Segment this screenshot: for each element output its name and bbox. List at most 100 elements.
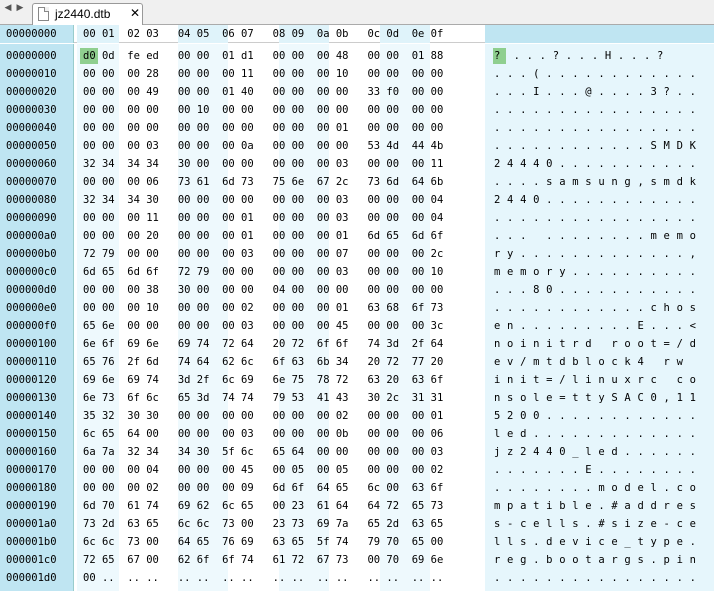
row-ascii[interactable]: . . . . . . . . . . . . . . . . (494, 119, 696, 137)
row-hex-bytes[interactable]: 00 00 00 49 00 00 01 40 00 00 00 00 33 f… (83, 83, 443, 101)
close-icon[interactable]: ✕ (130, 6, 140, 20)
row-ascii[interactable]: . . . . . . . . . . . m e m o (494, 227, 696, 245)
hex-row[interactable]: 00000050 00 00 00 03 00 00 00 0a 00 00 00… (0, 137, 714, 155)
hex-row[interactable]: 00000150 6c 65 64 00 00 00 00 03 00 00 00… (0, 425, 714, 443)
hex-row[interactable]: 00000060 32 34 34 34 30 00 00 00 00 00 00… (0, 155, 714, 173)
row-hex-bytes[interactable]: 6d 70 61 74 69 62 6c 65 00 23 61 64 64 7… (83, 497, 443, 515)
row-hex-bytes[interactable]: 65 76 2f 6d 74 64 62 6c 6f 63 6b 34 20 7… (83, 353, 443, 371)
row-ascii[interactable]: . . . . . . . . . . . . c h o s (494, 299, 696, 317)
file-tab[interactable]: jz2440.dtb ✕ (32, 3, 143, 25)
hex-row[interactable]: 000000f0 65 6e 00 00 00 00 00 03 00 00 00… (0, 317, 714, 335)
row-hex-bytes[interactable]: 6d 65 6d 6f 72 79 00 00 00 00 00 03 00 0… (83, 263, 443, 281)
row-hex-bytes[interactable]: 00 00 00 04 00 00 00 45 00 05 00 05 00 0… (83, 461, 443, 479)
row-ascii[interactable]: n o i n i t r d r o o t = / d (494, 335, 696, 353)
forward-arrow-icon[interactable]: ▶ (14, 3, 26, 13)
hex-row[interactable]: 000001c0 72 65 67 00 62 6f 6f 74 61 72 67… (0, 551, 714, 569)
row-ascii[interactable]: j z 2 4 4 0 _ l e d . . . . . . (494, 443, 696, 461)
hex-row[interactable]: 00000170 00 00 00 04 00 00 00 45 00 05 00… (0, 461, 714, 479)
hex-row[interactable]: 00000090 00 00 00 11 00 00 00 01 00 00 00… (0, 209, 714, 227)
row-hex-bytes[interactable]: 72 79 00 00 00 00 00 03 00 00 00 07 00 0… (83, 245, 443, 263)
row-ascii[interactable]: . . . . . . . . . . . . S M D K (494, 137, 696, 155)
row-ascii[interactable]: . . . . . . . . . . . . . . . . (494, 569, 696, 587)
row-hex-bytes[interactable]: 00 00 00 00 00 10 00 00 00 00 00 00 00 0… (83, 101, 443, 119)
row-offset: 00000020 (6, 86, 57, 98)
row-ascii[interactable]: . . . ( . . . . . . . . . . . . (494, 65, 696, 83)
hex-row[interactable]: 00000080 32 34 34 30 00 00 00 00 00 00 00… (0, 191, 714, 209)
row-ascii[interactable]: . . . . . . . . m o d e l . c o (494, 479, 696, 497)
row-ascii[interactable]: . . . . . . . E . . . . . . . . (494, 461, 696, 479)
row-ascii[interactable]: . . . . . . . . . . . . . . . . (494, 209, 696, 227)
row-hex-bytes[interactable]: 00 00 00 00 00 00 00 00 00 00 00 01 00 0… (83, 119, 443, 137)
row-hex-bytes[interactable]: 6c 6c 73 00 64 65 76 69 63 65 5f 74 79 7… (83, 533, 443, 551)
row-hex-bytes[interactable]: 32 34 34 34 30 00 00 00 00 00 00 03 00 0… (83, 155, 443, 173)
hex-row[interactable]: 00000190 6d 70 61 74 69 62 6c 65 00 23 61… (0, 497, 714, 515)
row-offset: 00000150 (6, 428, 57, 440)
row-hex-bytes[interactable]: 00 00 00 03 00 00 00 0a 00 00 00 00 53 4… (83, 137, 443, 155)
hex-row[interactable]: 000000d0 00 00 00 38 30 00 00 00 04 00 00… (0, 281, 714, 299)
hex-row[interactable]: 00000030 00 00 00 00 00 10 00 00 00 00 00… (0, 101, 714, 119)
hex-row[interactable]: 000000c0 6d 65 6d 6f 72 79 00 00 00 00 00… (0, 263, 714, 281)
row-hex-bytes[interactable]: 00 00 00 10 00 00 00 02 00 00 00 01 63 6… (83, 299, 443, 317)
row-hex-bytes[interactable]: 69 6e 69 74 3d 2f 6c 69 6e 75 78 72 63 2… (83, 371, 443, 389)
hex-row[interactable]: 000000b0 72 79 00 00 00 00 00 03 00 00 00… (0, 245, 714, 263)
row-hex-bytes[interactable]: 00 .. .. .. .. .. .. .. .. .. .. .. .. .… (83, 569, 443, 587)
row-ascii[interactable]: m e m o r y . . . . . . . . . . (494, 263, 696, 281)
row-ascii[interactable]: r e g . b o o t a r g s . p i n (494, 551, 696, 569)
row-hex-bytes[interactable]: 6e 73 6f 6c 65 3d 74 74 79 53 41 43 30 2… (83, 389, 443, 407)
hex-row[interactable]: 000001b0 6c 6c 73 00 64 65 76 69 63 65 5f… (0, 533, 714, 551)
row-hex-bytes[interactable]: d0 0d fe ed 00 00 01 d1 00 00 00 48 00 0… (83, 47, 443, 65)
row-offset: 00000030 (6, 104, 57, 116)
row-hex-bytes[interactable]: 6c 65 64 00 00 00 00 03 00 00 00 0b 00 0… (83, 425, 443, 443)
hex-row[interactable]: 00000040 00 00 00 00 00 00 00 00 00 00 00… (0, 119, 714, 137)
row-hex-bytes[interactable]: 72 65 67 00 62 6f 6f 74 61 72 67 73 00 7… (83, 551, 443, 569)
row-ascii[interactable]: e v / m t d b l o c k 4 r w (494, 353, 696, 371)
row-ascii[interactable]: l e d . . . . . . . . . . . . . (494, 425, 696, 443)
row-hex-bytes[interactable]: 00 00 00 11 00 00 00 01 00 00 00 03 00 0… (83, 209, 443, 227)
row-ascii[interactable]: l l s . d e v i c e _ t y p e . (494, 533, 696, 551)
row-ascii[interactable]: m p a t i b l e . # a d d r e s (494, 497, 696, 515)
row-ascii[interactable]: 2 4 4 0 . . . . . . . . . . . . (494, 191, 696, 209)
row-ascii[interactable]: ? . . . ? . . . H . . . ? (494, 47, 664, 65)
row-ascii[interactable]: . . . I . . . @ . . . . 3 ? . . (494, 83, 696, 101)
row-hex-bytes[interactable]: 32 34 34 30 00 00 00 00 00 00 00 03 00 0… (83, 191, 443, 209)
row-ascii[interactable]: r y . . . . . . . . . . . . . , (494, 245, 696, 263)
row-hex-bytes[interactable]: 00 00 00 28 00 00 00 11 00 00 00 10 00 0… (83, 65, 443, 83)
hex-row[interactable]: 00000130 6e 73 6f 6c 65 3d 74 74 79 53 41… (0, 389, 714, 407)
row-offset: 00000040 (6, 122, 57, 134)
hex-row[interactable]: 00000020 00 00 00 49 00 00 01 40 00 00 00… (0, 83, 714, 101)
hex-row[interactable]: 00000140 35 32 30 30 00 00 00 00 00 00 00… (0, 407, 714, 425)
row-hex-bytes[interactable]: 6a 7a 32 34 34 30 5f 6c 65 64 00 00 00 0… (83, 443, 443, 461)
back-arrow-icon[interactable]: ◀ (2, 3, 14, 13)
hex-row[interactable]: 00000110 65 76 2f 6d 74 64 62 6c 6f 63 6b… (0, 353, 714, 371)
row-ascii[interactable]: 2 4 4 4 0 . . . . . . . . . . . (494, 155, 696, 173)
row-ascii[interactable]: . . . 8 0 . . . . . . . . . . . (494, 281, 696, 299)
row-ascii[interactable]: i n i t = / l i n u x r c c o (494, 371, 696, 389)
hex-row[interactable]: 00000070 00 00 00 06 73 61 6d 73 75 6e 67… (0, 173, 714, 191)
row-ascii[interactable]: . . . . s a m s u n g , s m d k (494, 173, 696, 191)
row-hex-bytes[interactable]: 00 00 00 02 00 00 00 09 6d 6f 64 65 6c 0… (83, 479, 443, 497)
row-hex-bytes[interactable]: 35 32 30 30 00 00 00 00 00 00 00 02 00 0… (83, 407, 443, 425)
row-hex-bytes[interactable]: 6e 6f 69 6e 69 74 72 64 20 72 6f 6f 74 3… (83, 335, 443, 353)
row-ascii[interactable]: n s o l e = t t y S A C 0 , 1 1 (494, 389, 696, 407)
hex-row[interactable]: 00000180 00 00 00 02 00 00 00 09 6d 6f 64… (0, 479, 714, 497)
row-ascii[interactable]: e n . . . . . . . . . E . . . < (494, 317, 696, 335)
row-hex-bytes[interactable]: 65 6e 00 00 00 00 00 03 00 00 00 45 00 0… (83, 317, 443, 335)
row-hex-bytes[interactable]: 00 00 00 06 73 61 6d 73 75 6e 67 2c 73 6… (83, 173, 443, 191)
hex-row[interactable]: 000001a0 73 2d 63 65 6c 6c 73 00 23 73 69… (0, 515, 714, 533)
row-hex-bytes[interactable]: 73 2d 63 65 6c 6c 73 00 23 73 69 7a 65 2… (83, 515, 443, 533)
row-ascii[interactable]: s - c e l l s . # s i z e - c e (494, 515, 696, 533)
hex-row[interactable]: 00000160 6a 7a 32 34 34 30 5f 6c 65 64 00… (0, 443, 714, 461)
hex-row[interactable]: 000001d0 00 .. .. .. .. .. .. .. .. .. ..… (0, 569, 714, 587)
row-offset: 00000080 (6, 194, 57, 206)
hex-row[interactable]: 00000120 69 6e 69 74 3d 2f 6c 69 6e 75 78… (0, 371, 714, 389)
hex-row[interactable]: 00000100 6e 6f 69 6e 69 74 72 64 20 72 6f… (0, 335, 714, 353)
row-ascii[interactable]: 5 2 0 0 . . . . . . . . . . . . (494, 407, 696, 425)
hex-row[interactable]: 00000010 00 00 00 28 00 00 00 11 00 00 00… (0, 65, 714, 83)
hex-row[interactable]: 00000000 d0 0d fe ed 00 00 01 d1 00 00 00… (0, 47, 714, 65)
hex-row[interactable]: 000000a0 00 00 00 20 00 00 00 01 00 00 00… (0, 227, 714, 245)
row-hex-bytes[interactable]: 00 00 00 20 00 00 00 01 00 00 00 01 6d 6… (83, 227, 443, 245)
row-hex-bytes[interactable]: 00 00 00 38 30 00 00 00 04 00 00 00 00 0… (83, 281, 443, 299)
row-offset: 00000180 (6, 482, 57, 494)
row-ascii[interactable]: . . . . . . . . . . . . . . . . (494, 101, 696, 119)
hex-row[interactable]: 000000e0 00 00 00 10 00 00 00 02 00 00 00… (0, 299, 714, 317)
